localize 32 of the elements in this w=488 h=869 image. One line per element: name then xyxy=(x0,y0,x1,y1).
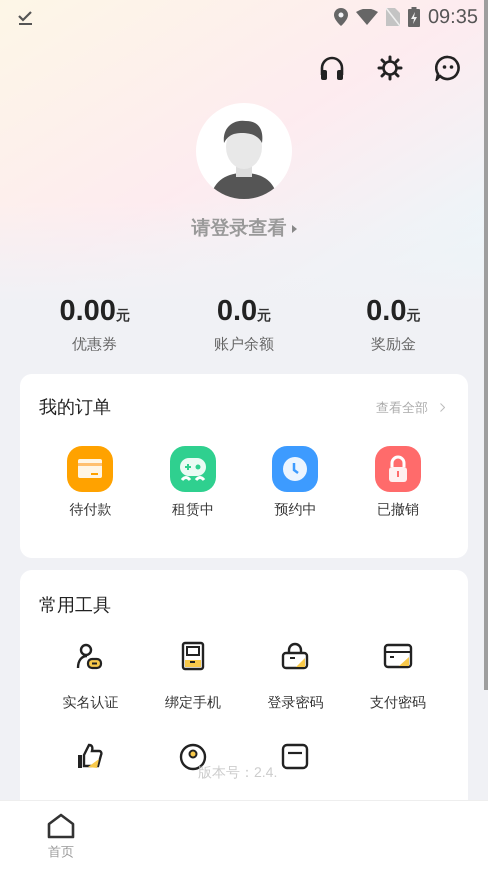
order-status-label[interactable]: 已撤销 xyxy=(376,499,419,520)
headphones-icon[interactable] xyxy=(319,55,345,81)
caret-icon xyxy=(292,225,296,234)
card-icon[interactable] xyxy=(382,641,414,671)
currency-unit: 元 xyxy=(257,306,272,324)
status-time: 09:35 xyxy=(428,4,478,30)
order-status-label[interactable]: 租赁中 xyxy=(172,499,214,520)
stat-label: 奖励金 xyxy=(370,334,416,354)
wifi-icon xyxy=(356,8,378,24)
order-status-label[interactable]: 待付款 xyxy=(69,499,112,520)
order-status-label[interactable]: 预约中 xyxy=(274,499,316,520)
section-title: 常用工具 xyxy=(39,595,111,615)
tool-label[interactable]: 实名认证 xyxy=(62,692,118,713)
tool-label[interactable]: 登录密码 xyxy=(267,692,324,713)
stat-amount: 0.0 xyxy=(216,294,258,328)
location-icon xyxy=(334,8,348,26)
avatar[interactable] xyxy=(196,103,292,199)
tool-label[interactable]: 绑定手机 xyxy=(164,692,221,713)
stat-amount: 0.0 xyxy=(366,294,406,328)
chevron-icon xyxy=(440,403,445,412)
currency-unit: 元 xyxy=(406,306,420,324)
stat-label: 账户余额 xyxy=(214,334,274,354)
currency-unit: 元 xyxy=(116,306,130,324)
home-icon xyxy=(47,813,75,839)
chat-bubble-icon[interactable] xyxy=(435,55,461,81)
stat-label: 优惠券 xyxy=(72,334,118,354)
section-title: 我的订单 xyxy=(39,396,111,419)
settings-icon[interactable] xyxy=(377,55,403,81)
stat-amount: 0.00 xyxy=(59,294,116,328)
order-status-icon[interactable] xyxy=(374,446,421,492)
order-status-icon[interactable] xyxy=(272,446,318,492)
tool-label[interactable]: 支付密码 xyxy=(370,692,426,713)
